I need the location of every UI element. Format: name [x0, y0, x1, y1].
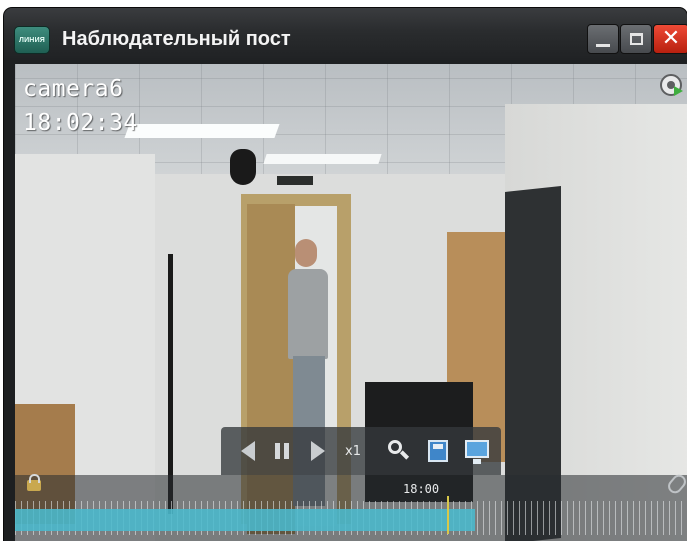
step-forward-icon	[311, 441, 325, 461]
step-back-button[interactable]	[231, 427, 265, 475]
close-button[interactable]: ✕	[653, 24, 687, 54]
save-icon	[428, 440, 448, 462]
timeline-time-label: 18:00	[403, 482, 440, 496]
scene-dome-camera	[230, 149, 256, 185]
minimize-button[interactable]	[587, 24, 619, 54]
pause-button[interactable]	[267, 427, 297, 475]
scene-light	[124, 124, 280, 138]
speed-selector[interactable]: x1	[339, 427, 367, 475]
monitor-icon	[465, 440, 489, 464]
search-button[interactable]	[381, 427, 415, 475]
scene-person-body	[288, 269, 328, 359]
scene-person-head	[295, 239, 317, 267]
scene-light	[263, 154, 382, 164]
lock-icon[interactable]	[27, 474, 41, 491]
app-logo: ЛИНИЯ	[14, 26, 50, 54]
monitor-button[interactable]	[459, 427, 495, 475]
timeline-recording-bar[interactable]	[15, 509, 475, 531]
timeline-playhead[interactable]	[447, 496, 449, 534]
speed-label: x1	[345, 443, 361, 459]
maximize-icon	[629, 33, 643, 45]
camera-name-label: camera6	[23, 76, 124, 102]
camera-timestamp: 18:02:34	[23, 110, 138, 136]
search-icon	[387, 439, 410, 463]
close-icon: ✕	[661, 26, 681, 51]
scene-exit-sign	[277, 176, 313, 185]
title-bar[interactable]: ЛИНИЯ Наблюдательный пост ✕	[4, 8, 687, 60]
film-play-arrow	[674, 86, 683, 96]
step-back-icon	[241, 441, 255, 461]
playback-controls: x1	[221, 427, 501, 475]
pause-icon	[275, 443, 289, 459]
window-title: Наблюдательный пост	[62, 28, 291, 50]
step-forward-button[interactable]	[301, 427, 335, 475]
camera-video-view[interactable]: camera6 18:02:34 x1 18:00	[15, 64, 687, 541]
minimize-icon	[596, 43, 610, 47]
app-logo-text: ЛИНИЯ	[18, 36, 46, 44]
app-window: ЛИНИЯ Наблюдательный пост ✕ camera6 18:0…	[4, 8, 687, 541]
maximize-button[interactable]	[620, 24, 652, 54]
save-button[interactable]	[421, 427, 455, 475]
